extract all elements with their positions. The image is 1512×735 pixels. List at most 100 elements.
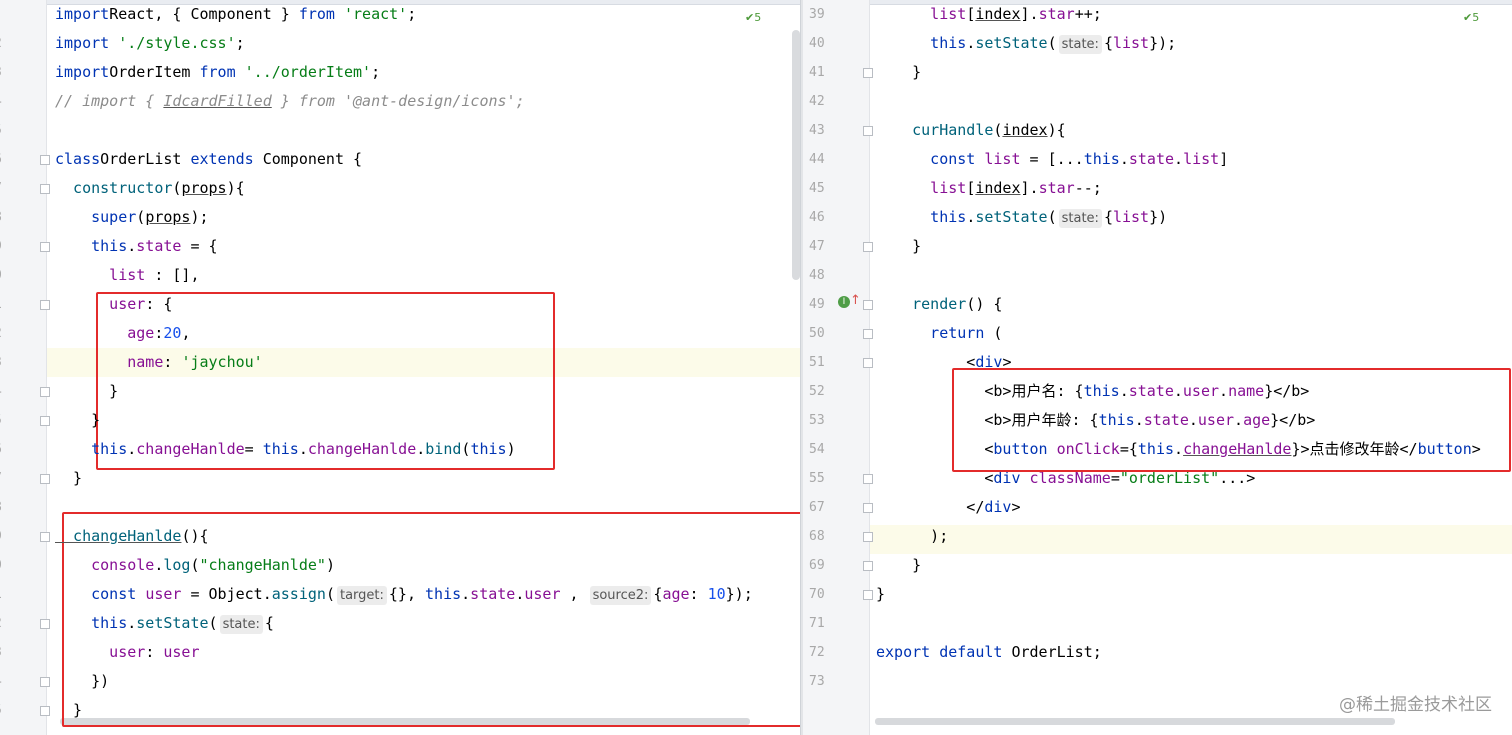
code-token: bind: [425, 440, 462, 458]
code-line[interactable]: classOrderList extends Component {: [55, 145, 362, 174]
fold-toggle-icon[interactable]: [40, 474, 50, 484]
fold-toggle-icon[interactable]: [863, 561, 873, 571]
code-line[interactable]: this.setState(state: {list});: [876, 29, 1176, 58]
code-line[interactable]: }: [876, 580, 885, 609]
code-line[interactable]: const list = [...this.state.list]: [876, 145, 1228, 174]
code-token: star: [1038, 179, 1075, 197]
fold-toggle-icon[interactable]: [40, 387, 50, 397]
line-number: 45: [809, 181, 825, 196]
code-line[interactable]: this.setState(state:{: [55, 609, 274, 638]
fold-toggle-icon[interactable]: [863, 532, 873, 542]
code-line[interactable]: constructor(props){: [55, 174, 245, 203]
code-line[interactable]: );: [876, 522, 948, 551]
code-line[interactable]: }: [55, 377, 118, 406]
code-line[interactable]: const user = Object.assign(target: {}, th…: [55, 580, 753, 609]
code-line[interactable]: age:20,: [55, 319, 190, 348]
fold-toggle-icon[interactable]: [40, 532, 50, 542]
code-token: });: [725, 585, 753, 603]
code-token: user: [55, 643, 146, 661]
fold-toggle-icon[interactable]: [863, 68, 873, 78]
code-token: : [],: [145, 266, 200, 284]
code-token: .: [127, 237, 137, 255]
code-token: (: [136, 208, 146, 226]
code-token: Component {: [253, 150, 363, 168]
fold-toggle-icon[interactable]: [863, 329, 873, 339]
code-line[interactable]: return (: [876, 319, 1002, 348]
code-token: this: [876, 34, 967, 52]
code-line[interactable]: }: [876, 58, 921, 87]
code-token: list: [876, 179, 967, 197]
left-vertical-scrollbar[interactable]: [792, 30, 800, 280]
code-line[interactable]: changeHanlde(){: [55, 522, 208, 551]
inspection-badge[interactable]: ✔5: [745, 11, 761, 24]
fold-toggle-icon[interactable]: [863, 358, 873, 368]
code-line[interactable]: </div>: [876, 493, 1020, 522]
code-token: {: [1103, 34, 1113, 52]
code-line[interactable]: }): [55, 667, 109, 696]
fold-toggle-icon[interactable]: [863, 590, 873, 600]
code-token: = {: [181, 237, 218, 255]
code-token: =: [244, 440, 263, 458]
fold-toggle-icon[interactable]: [40, 416, 50, 426]
code-line[interactable]: }: [55, 406, 100, 435]
fold-toggle-icon[interactable]: [863, 503, 873, 513]
code-line[interactable]: }: [55, 696, 82, 725]
line-number: 8: [0, 203, 40, 232]
code-line[interactable]: list : [],: [55, 261, 200, 290]
line-number: 4: [0, 667, 40, 696]
code-line[interactable]: importOrderItem from '../orderItem';: [55, 58, 380, 87]
code-line[interactable]: render() {: [876, 290, 1002, 319]
code-line[interactable]: curHandle(index){: [876, 116, 1066, 145]
highlight-box-render-jsx: [952, 368, 1511, 472]
code-line[interactable]: user: user: [55, 638, 199, 667]
fold-toggle-icon[interactable]: [40, 155, 50, 165]
line-number: 46: [809, 210, 825, 225]
arrow-up-icon[interactable]: ↑: [850, 293, 861, 308]
fold-toggle-icon[interactable]: [863, 300, 873, 310]
code-line[interactable]: this.state = {: [55, 232, 218, 261]
left-editor-pane[interactable]: 234567890123456789012345 ✔5 importReact,…: [0, 0, 800, 735]
code-line[interactable]: user: {: [55, 290, 172, 319]
code-line[interactable]: console.log("changeHanlde"): [55, 551, 335, 580]
right-horizontal-scrollbar[interactable]: [875, 718, 1395, 725]
code-line[interactable]: // import { IdcardFilled } from '@ant-de…: [55, 87, 525, 116]
fold-toggle-icon[interactable]: [40, 184, 50, 194]
watermark: @稀土掘金技术社区: [1339, 695, 1492, 715]
fold-toggle-icon[interactable]: [863, 474, 873, 484]
fold-toggle-icon[interactable]: [40, 706, 50, 716]
code-token: curHandle: [876, 121, 994, 139]
code-line[interactable]: name: 'jaychou': [55, 348, 262, 377]
code-line[interactable]: }: [876, 551, 921, 580]
code-line[interactable]: import './style.css';: [55, 29, 245, 58]
code-token: ){: [226, 179, 245, 197]
code-line[interactable]: export default OrderList;: [876, 638, 1102, 667]
fold-toggle-icon[interactable]: [863, 242, 873, 252]
inspection-count: 5: [1472, 11, 1480, 24]
fold-toggle-icon[interactable]: [40, 300, 50, 310]
code-line[interactable]: super(props);: [55, 203, 208, 232]
inspection-badge[interactable]: ✔5: [1463, 11, 1479, 24]
override-marker-icon[interactable]: I: [838, 296, 850, 308]
line-number: 6: [0, 435, 40, 464]
fold-toggle-icon[interactable]: [40, 677, 50, 687]
code-token: .: [127, 440, 137, 458]
code-token: props: [145, 208, 191, 226]
code-token: );: [876, 527, 949, 545]
code-line[interactable]: this.setState(state: {list}): [876, 203, 1167, 232]
fold-toggle-icon[interactable]: [863, 126, 873, 136]
code-token: from: [298, 5, 335, 23]
code-line[interactable]: }: [876, 232, 921, 261]
code-line[interactable]: importReact, { Component } from 'react';: [55, 0, 416, 29]
code-token: }: [55, 382, 119, 400]
line-number: 54: [809, 442, 825, 457]
code-line[interactable]: list[index].star++;: [876, 0, 1102, 29]
code-token: }: [55, 411, 101, 429]
code-line[interactable]: }: [55, 464, 82, 493]
code-token: this: [425, 585, 462, 603]
fold-toggle-icon[interactable]: [40, 619, 50, 629]
code-line[interactable]: list[index].star--;: [876, 174, 1102, 203]
line-number: [0, 0, 40, 29]
code-token: class: [55, 150, 101, 168]
fold-toggle-icon[interactable]: [40, 242, 50, 252]
code-line[interactable]: this.changeHanlde= this.changeHanlde.bin…: [55, 435, 515, 464]
